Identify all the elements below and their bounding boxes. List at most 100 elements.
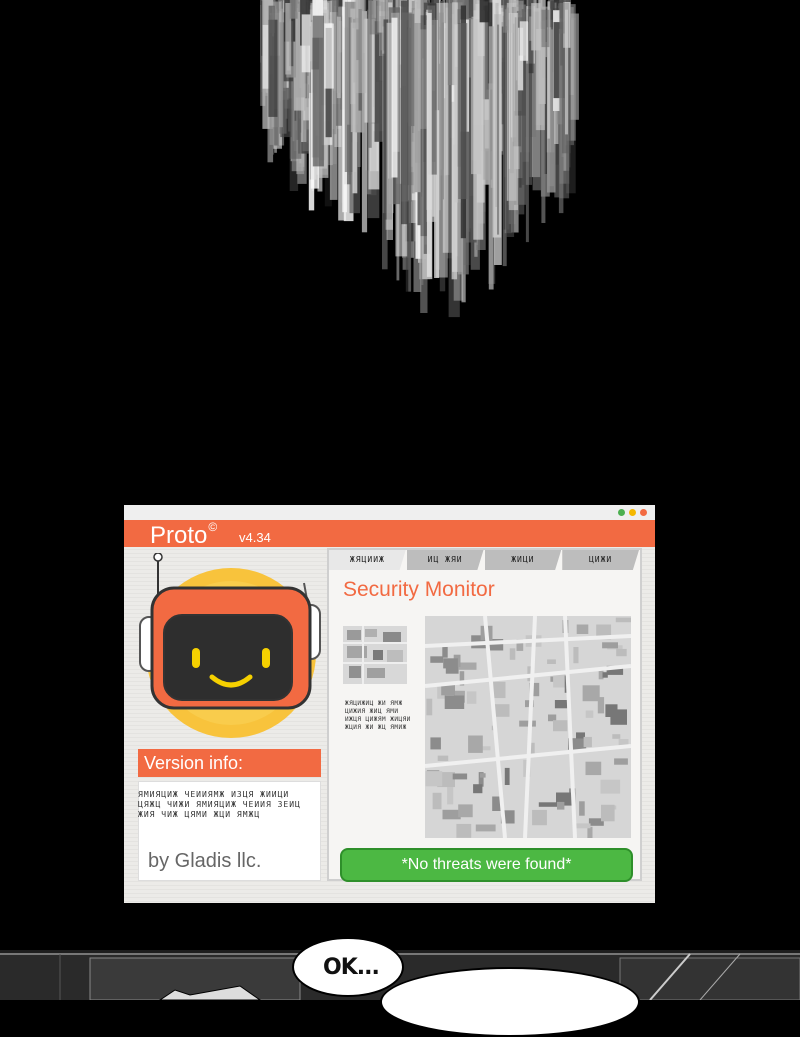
monitor-info-text: ЖЯЦИЖИЦ ЖИ ЯМЖ ЦИЖИЯ ЖИЦ ЯМИ ИЖЦЯ ЦИЖЯМ … [345, 700, 411, 731]
map-building [442, 646, 448, 658]
map-building [616, 648, 627, 657]
speech-bubble-text: OK... [323, 955, 380, 980]
map-building [504, 767, 510, 785]
map-building [547, 659, 556, 664]
glitch-streak [420, 15, 428, 237]
glitch-streak [541, 9, 550, 48]
company-credit: by Gladis llc. [148, 850, 262, 872]
tab-bar: ЖЯЦИИЖ ИЦ ЖЯИ ЖИЦИ ЦИЖИ [329, 550, 640, 570]
glitch-streak [519, 21, 528, 61]
window-dot-red[interactable] [640, 509, 647, 516]
window-dot-green[interactable] [618, 509, 625, 516]
map-building [466, 691, 477, 704]
map-building [473, 784, 483, 794]
map-building [509, 648, 516, 660]
glitch-streak [289, 0, 298, 19]
map-building [548, 714, 557, 722]
map-building [612, 734, 621, 739]
tab-3[interactable]: ЖИЦИ [484, 550, 562, 570]
map-building [583, 736, 592, 748]
glitch-streak [391, 17, 398, 178]
glitch-streak [274, 0, 280, 146]
map-building [576, 624, 589, 634]
map-building [579, 801, 585, 816]
map-building [475, 824, 496, 832]
map-building [557, 801, 565, 810]
city-map-icon[interactable] [424, 615, 634, 839]
tab-1[interactable]: ЖЯЦИИЖ [329, 550, 406, 570]
glitch-background [0, 0, 800, 330]
glitch-streak [369, 0, 380, 35]
map-building [585, 710, 594, 718]
robot-mascot-icon [134, 552, 324, 753]
glitch-streak [565, 9, 568, 135]
map-building [597, 697, 605, 714]
minimap[interactable] [343, 626, 407, 684]
map-building [538, 802, 558, 807]
version-info-text: ЯМИЯЦИЖ ЧЕИИЯМЖ ИЗЦЯ ЖИИЦИ ЦЯЖЦ ЧИЖИ ЯМИ… [138, 790, 301, 819]
glitch-streak [354, 0, 367, 94]
security-monitor-panel: ЖЯЦИИЖ ИЦ ЖЯИ ЖИЦИ ЦИЖИ Security Monitor [327, 548, 642, 882]
map-building [610, 709, 627, 725]
glitch-streak [508, 13, 519, 211]
map-building [574, 823, 591, 829]
app-version: v4.34 [239, 530, 271, 545]
glitch-streak [488, 26, 494, 290]
glitch-streak [401, 12, 412, 202]
version-info-heading: Version info: [138, 749, 321, 777]
map-building [443, 658, 458, 669]
glitch-streak [437, 12, 444, 40]
glitch-streak [531, 3, 541, 51]
glitch-streak [336, 16, 341, 99]
tab-2[interactable]: ИЦ ЖЯИ [406, 550, 484, 570]
map-building [456, 823, 472, 838]
map-building [447, 787, 454, 805]
glitch-streak [458, 23, 468, 199]
map-building [493, 681, 506, 699]
map-building [602, 642, 618, 649]
map-building [493, 704, 510, 717]
panel-title: Security Monitor [343, 578, 495, 601]
map-building [600, 779, 621, 794]
map-building [430, 656, 444, 663]
app-name: Proto© [150, 520, 218, 549]
map-building [587, 826, 593, 839]
proto-app-window: Proto© v4.34 Version info: ЯМИЯЦИЖ ЧЕИИЯ… [124, 505, 655, 903]
tab-4[interactable]: ЦИЖИ [562, 550, 639, 570]
map-building [452, 773, 468, 780]
map-building [437, 755, 449, 761]
map-building [426, 698, 433, 716]
window-dot-yellow[interactable] [629, 509, 636, 516]
map-building [442, 809, 461, 820]
glitch-streak [312, 15, 324, 167]
copyright-mark: © [208, 520, 218, 534]
map-building [585, 761, 602, 776]
map-building [553, 720, 568, 732]
map-building [458, 804, 473, 818]
map-building [602, 672, 608, 678]
no-threats-status-button[interactable]: *No threats were found* [340, 848, 633, 882]
map-building [444, 695, 465, 709]
glitch-streak [497, 24, 500, 235]
map-building [582, 685, 600, 702]
map-building [430, 737, 441, 750]
map-building [573, 647, 579, 664]
map-building [615, 617, 634, 623]
glitch-streak [301, 14, 311, 73]
map-building [554, 700, 568, 709]
window-titlebar [124, 505, 655, 520]
glitch-streak [324, 23, 334, 89]
left-panel: Version info: [132, 552, 324, 883]
map-building [601, 804, 615, 822]
map-building [519, 720, 536, 727]
map-building [432, 792, 442, 810]
map-building [468, 735, 483, 753]
glitch-streak [426, 13, 432, 277]
map-building [614, 758, 628, 765]
app-header: Proto© v4.34 [124, 520, 655, 549]
glitch-streak [268, 5, 275, 34]
map-building [480, 773, 486, 778]
glitch-streak [506, 7, 509, 31]
map-building [532, 809, 547, 826]
map-building [425, 771, 443, 787]
